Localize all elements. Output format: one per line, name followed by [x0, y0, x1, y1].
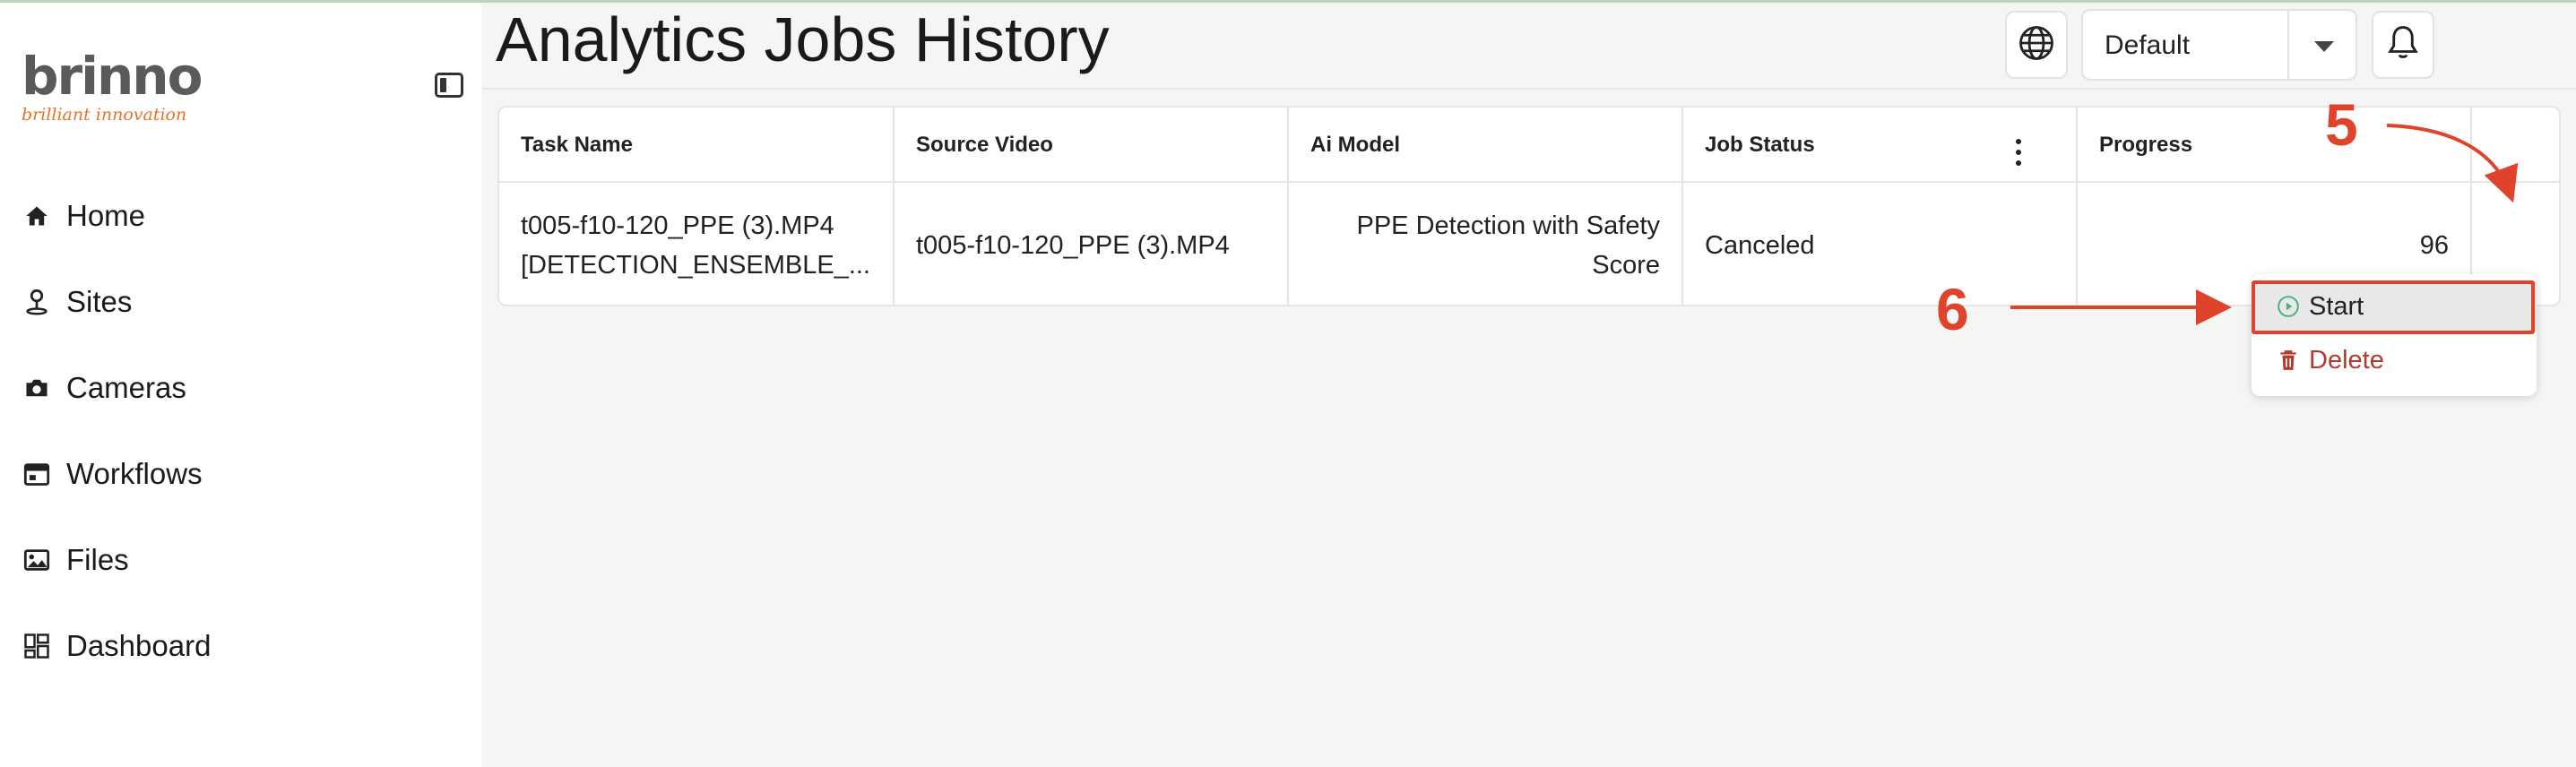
brand-logo: brinno brilliant innovation: [22, 46, 203, 128]
task-name-line: t005-f10-120_PPE (3).MP4: [521, 211, 834, 240]
sidebar-item-label: Home: [66, 199, 146, 232]
sidebar-item-files[interactable]: Files: [0, 517, 482, 603]
sidebar-item-workflows[interactable]: Workflows: [0, 431, 482, 517]
menu-item-label: Delete: [2309, 345, 2384, 375]
cell-job-status: Canceled: [1683, 183, 2078, 305]
language-button[interactable]: [2005, 11, 2068, 79]
camera-icon: [22, 373, 52, 403]
sidebar-item-label: Sites: [66, 285, 133, 318]
menu-item-delete[interactable]: Delete: [2252, 335, 2537, 385]
sidebar-item-sites[interactable]: Sites: [0, 259, 482, 345]
home-icon: [22, 201, 52, 231]
column-header-actions: [2472, 108, 2559, 183]
column-header-task-name[interactable]: Task Name: [499, 108, 895, 183]
header-divider: [482, 88, 2576, 90]
jobs-table: Task Name Source Video Ai Model Job Stat…: [497, 106, 2561, 306]
sidebar-item-label: Cameras: [66, 371, 186, 404]
sidebar-item-cameras[interactable]: Cameras: [0, 345, 482, 431]
sidebar: brinno brilliant innovation Home Sites C…: [0, 3, 482, 767]
sidebar-item-label: Workflows: [66, 457, 203, 490]
table-row[interactable]: t005-f10-120_PPE (3).MP4 [DETECTION_ENSE…: [499, 183, 2559, 305]
globe-icon: [2018, 24, 2055, 66]
brand-tagline: brilliant innovation: [22, 105, 187, 125]
sidebar-toggle-icon: [440, 78, 446, 92]
column-header-source-video[interactable]: Source Video: [895, 108, 1289, 183]
sidebar-item-label: Files: [66, 543, 129, 576]
image-icon: [22, 545, 52, 575]
annotation-highlight-box: [2252, 280, 2535, 334]
bell-icon: [2386, 24, 2420, 66]
sidebar-nav: Home Sites Cameras Workflows Files Dashb…: [0, 173, 482, 689]
annotation-step-number: 6: [1936, 276, 1969, 342]
calendar-icon: [22, 459, 52, 489]
brand-wordmark: brinno: [22, 46, 203, 107]
profile-select[interactable]: Default: [2081, 9, 2357, 81]
page-title: Analytics Jobs History: [496, 4, 1110, 74]
progress-value: 96: [2419, 231, 2449, 260]
map-pin-person-icon: [22, 287, 52, 317]
cell-task-name: t005-f10-120_PPE (3).MP4 [DETECTION_ENSE…: [499, 183, 895, 305]
sidebar-collapse-button[interactable]: [435, 73, 463, 98]
task-name-line: [DETECTION_ENSEMBLE_...: [521, 251, 870, 280]
annotation-step-number: 5: [2325, 91, 2358, 158]
column-header-ai-model[interactable]: Ai Model: [1289, 108, 1683, 183]
ai-model-line: PPE Detection with Safety: [1356, 211, 1661, 240]
ai-model-line: Score: [1592, 251, 1660, 280]
select-value: Default: [2105, 30, 2191, 60]
trash-icon: [2275, 347, 2302, 374]
sidebar-item-label: Dashboard: [66, 629, 212, 662]
row-actions-kebab-icon[interactable]: [2001, 125, 2036, 179]
sidebar-item-home[interactable]: Home: [0, 173, 482, 259]
cell-source-video: t005-f10-120_PPE (3).MP4: [895, 183, 1289, 305]
sidebar-item-dashboard[interactable]: Dashboard: [0, 603, 482, 689]
notifications-button[interactable]: [2372, 11, 2434, 79]
job-status-text: Canceled: [1705, 231, 1815, 260]
chevron-down-icon[interactable]: [2314, 41, 2334, 52]
dashboard-icon: [22, 631, 52, 661]
source-video-text: t005-f10-120_PPE (3).MP4: [916, 231, 1230, 260]
table-header: Task Name Source Video Ai Model Job Stat…: [499, 108, 2559, 183]
cell-ai-model: PPE Detection with Safety Score: [1289, 183, 1683, 305]
select-divider: [2287, 11, 2289, 81]
column-header-progress[interactable]: Progress: [2078, 108, 2472, 183]
